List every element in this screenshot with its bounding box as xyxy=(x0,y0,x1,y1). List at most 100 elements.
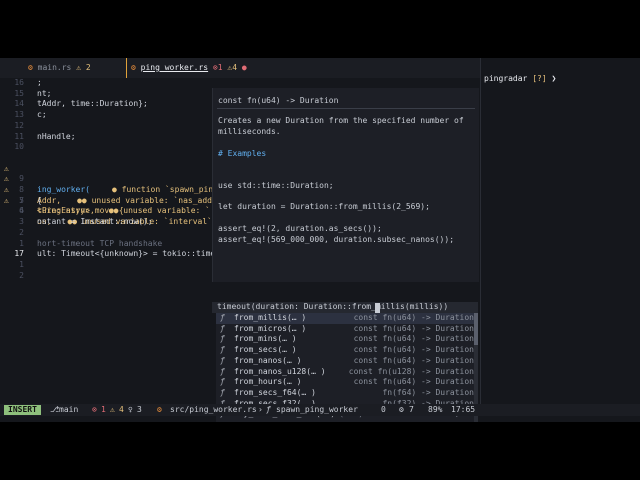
completion-type: const fn(u64) -> Duration xyxy=(353,334,474,344)
completion-item[interactable]: ƒ from_hours(… ) const fn(u64) -> Duration xyxy=(216,377,478,388)
hint-count[interactable]: 3 xyxy=(137,404,142,416)
line-number: 3 xyxy=(19,217,24,227)
code-line[interactable]: { xyxy=(37,196,42,207)
code-line[interactable]: nstant = Instant::now(); xyxy=(37,217,153,228)
function-icon: ƒ xyxy=(220,377,225,387)
tab-warning-count: 4 xyxy=(232,63,238,72)
text-cursor xyxy=(375,303,380,313)
signature-help: timeout(duration: Duration::from_millis(… xyxy=(212,302,478,313)
tab-label: ping_worker.rs xyxy=(140,63,209,72)
line-number: 10 xyxy=(14,142,24,152)
inline-diagnostic: unused variable: `nas_add xyxy=(91,195,212,205)
rust-file-icon: ⚙ xyxy=(157,405,162,414)
function-icon: ƒ xyxy=(220,334,225,344)
tab-bar: ⚙ main.rs ⚠ 2 ⚙ ping_worker.rs ⊗1 ⚠4 ● xyxy=(0,58,480,78)
current-symbol[interactable]: spawn_ping_worker xyxy=(276,404,358,416)
completion-type: const fn(u64) -> Duration xyxy=(353,355,474,365)
diagnostic-dot-icon: ● xyxy=(111,185,117,194)
project-name: pingradar xyxy=(484,74,528,83)
code-line[interactable]: c; xyxy=(37,110,47,121)
function-icon: ƒ xyxy=(220,323,225,333)
cursor-position: 17:65 xyxy=(451,405,476,414)
function-icon: ƒ xyxy=(220,387,225,397)
completion-name: from_millis(… ) xyxy=(234,313,307,322)
hover-doc-text: Creates a new Duration from the specifie… xyxy=(218,116,464,125)
completion-item[interactable]: ƒ from_secs_f64(… ) fn(f64) -> Duration xyxy=(216,388,478,399)
error-count[interactable]: 1 xyxy=(101,404,106,416)
line-number: 13 xyxy=(14,110,24,120)
completion-item[interactable]: ƒ from_nanos_u128(… ) const fn(u128) -> Du… xyxy=(216,367,478,378)
chevron-right-icon: ❯ xyxy=(551,74,557,83)
git-branch[interactable]: main xyxy=(59,404,78,416)
tab-error-count: 1 xyxy=(217,63,223,72)
completion-type: const fn(u64) -> Duration xyxy=(353,313,474,322)
line-number: 11 xyxy=(14,131,24,141)
error-icon: ⊗ xyxy=(92,405,97,414)
scroll-percent: 89% xyxy=(428,405,443,414)
completion-item[interactable]: ƒ from_mins(… ) const fn(u64) -> Duration xyxy=(216,334,478,345)
inline-diagnostic: unused variable: ` xyxy=(123,206,210,216)
warning-icon: ⚠ xyxy=(76,63,82,72)
completion-scrollbar-thumb[interactable] xyxy=(474,313,478,345)
settings-count: 7 xyxy=(409,405,414,414)
gear-icon: ⚙ xyxy=(399,405,404,414)
hover-example-code: let duration = Duration::from_millis(2_5… xyxy=(218,202,430,211)
function-icon: ƒ xyxy=(266,405,271,414)
chevron-right-icon: › xyxy=(258,405,263,414)
file-tree-header[interactable]: pingradar [?] ❯ xyxy=(484,74,556,83)
completion-name: from_micros(… ) xyxy=(234,323,307,333)
line-number: 5 xyxy=(19,195,24,205)
code-comment[interactable]: hort-timeout TCP handshake xyxy=(37,239,162,250)
code-line[interactable]: ture: async move { xyxy=(37,206,124,217)
completion-type: const fn(u64) -> Duration xyxy=(353,377,474,387)
line-number: 2 xyxy=(19,227,24,237)
hover-doc-text: milliseconds. xyxy=(218,127,281,136)
completion-name: from_secs(… ) xyxy=(234,345,297,355)
rust-file-icon: ⚙ xyxy=(28,63,33,72)
code-line[interactable]: tAddr, time::Duration}; xyxy=(37,99,148,110)
diagnostic-dot-icon: ●● xyxy=(77,195,87,205)
completion-type: const fn(u64) -> Duration xyxy=(353,323,474,333)
completion-item[interactable]: ƒ from_micros(… ) const fn(u64) -> Duratio… xyxy=(216,324,478,335)
line-number: 14 xyxy=(14,99,24,109)
file-path[interactable]: src/ping_worker.rs xyxy=(170,404,257,416)
code-line[interactable]: nt; xyxy=(37,89,51,100)
git-branch-icon: ⎇ xyxy=(50,405,60,414)
split-divider[interactable] xyxy=(480,58,481,408)
line-number: 15 xyxy=(14,88,24,98)
function-icon: ƒ xyxy=(220,345,225,355)
line-number: 1 xyxy=(19,238,24,248)
hover-example-code: assert_eq!(2, duration.as_secs()); xyxy=(218,224,382,233)
completion-item[interactable]: ƒ from_millis(… ) const fn(u64) -> Duratio… xyxy=(216,313,478,324)
hover-separator xyxy=(217,108,475,109)
completion-type: const fn(u64) -> Duration xyxy=(353,345,474,355)
line-number: 12 xyxy=(14,120,24,130)
rust-file-icon: ⚙ xyxy=(131,63,136,72)
pending-count: 0 xyxy=(381,405,386,414)
tab-label: main.rs xyxy=(37,63,72,72)
completion-name: from_secs_f64(… ) xyxy=(234,387,316,397)
status-line: INSERT ⎇ main ⊗ 1 ⚠ 4 ♀ 3 ⚙ src/ping_wor… xyxy=(0,404,640,416)
tab-warning-count: 2 xyxy=(85,63,91,72)
code-line[interactable]: nHandle; xyxy=(37,132,76,143)
warning-count[interactable]: 4 xyxy=(119,404,124,416)
hover-documentation-popup[interactable]: const fn(u64) -> Duration Creates a new … xyxy=(212,88,479,282)
editor-window: ⚙ main.rs ⚠ 2 ⚙ ping_worker.rs ⊗1 ⚠4 ● p… xyxy=(0,58,640,422)
tab-ping-worker-rs[interactable]: ⚙ ping_worker.rs ⊗1 ⚠4 ● xyxy=(126,58,247,78)
completion-type: fn(f64) -> Duration xyxy=(382,387,474,397)
tab-main-rs[interactable]: ⚙ main.rs ⚠ 2 xyxy=(28,58,91,78)
completion-type: const fn(u128) -> Duration xyxy=(348,366,474,376)
code-line[interactable]: ; xyxy=(37,78,42,89)
function-icon: ƒ xyxy=(220,313,225,322)
current-line-number: 17 xyxy=(14,249,24,259)
completion-item[interactable]: ƒ from_nanos(… ) const fn(u64) -> Duration xyxy=(216,356,478,367)
warning-icon: ⚠ xyxy=(110,405,115,414)
line-number: 1 xyxy=(19,259,24,269)
line-number: 4 xyxy=(19,206,24,216)
code-line[interactable]: ing_worker( xyxy=(37,185,90,194)
hint-icon: ♀ xyxy=(128,405,133,414)
completion-item[interactable]: ƒ from_secs(… ) const fn(u64) -> Duration xyxy=(216,345,478,356)
line-number: 2 xyxy=(19,270,24,280)
modified-indicator: ● xyxy=(241,63,247,72)
completion-name: from_nanos_u128(… ) xyxy=(234,366,326,376)
